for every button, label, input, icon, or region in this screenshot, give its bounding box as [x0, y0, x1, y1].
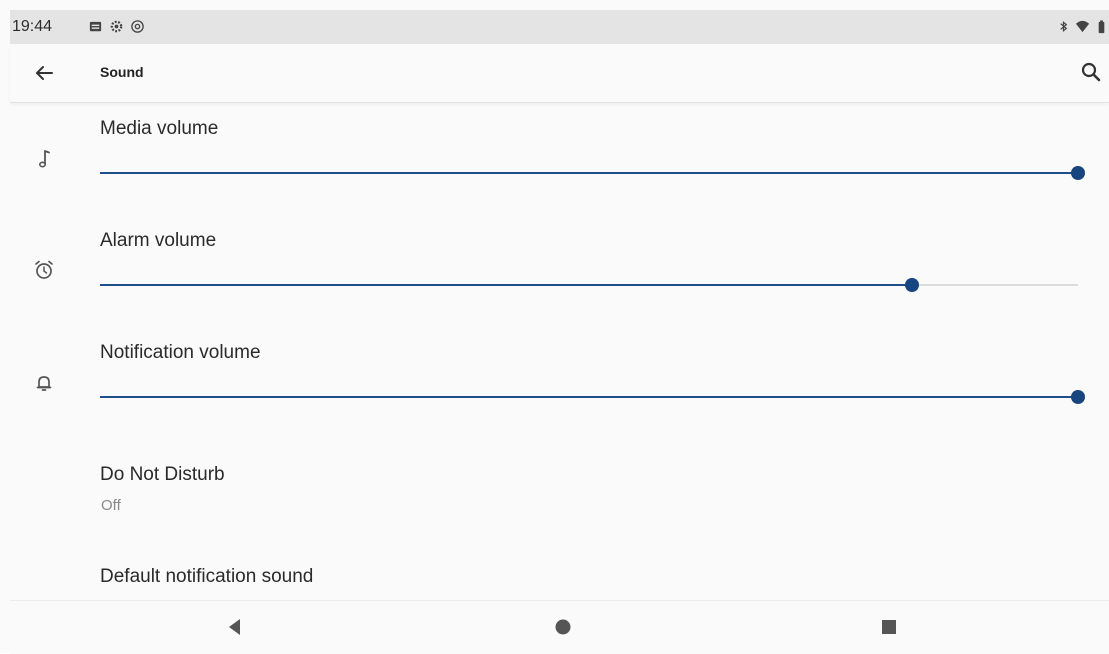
- nav-home-button[interactable]: [552, 616, 574, 638]
- back-button[interactable]: [30, 59, 58, 87]
- recents-square-icon: [882, 620, 896, 634]
- slider-fill: [100, 284, 912, 286]
- do-not-disturb-row[interactable]: Do Not Disturb Off: [10, 439, 1109, 539]
- search-icon: [1081, 62, 1101, 82]
- arrow-left-icon: [36, 66, 53, 80]
- alarm-clock-icon: [32, 258, 56, 282]
- image-icon: [88, 19, 103, 34]
- bluetooth-icon: [1056, 19, 1071, 34]
- back-triangle-icon: [229, 619, 240, 635]
- sound-settings-screen: 19:44 Sound Media volume Alarm volume No…: [0, 0, 1109, 654]
- default-notification-sound-row[interactable]: Default notification sound: [10, 539, 1109, 600]
- slider-thumb[interactable]: [1071, 166, 1085, 180]
- slider-thumb[interactable]: [904, 278, 919, 292]
- status-icons-right: [1056, 19, 1109, 34]
- status-bar: 19:44: [10, 10, 1109, 44]
- media-volume-slider[interactable]: [100, 165, 1085, 181]
- battery-icon: [1094, 19, 1109, 34]
- notification-volume-slider[interactable]: [100, 389, 1085, 405]
- default-notification-sound-label: Default notification sound: [100, 566, 314, 587]
- alarm-volume-label: Alarm volume: [100, 230, 217, 251]
- nav-recents-button[interactable]: [878, 616, 900, 638]
- do-not-disturb-value: Off: [101, 497, 121, 514]
- slider-fill: [100, 172, 1078, 174]
- slider-thumb[interactable]: [1071, 390, 1085, 404]
- gear-icon: [109, 19, 124, 34]
- status-time: 19:44: [12, 18, 53, 35]
- notification-volume-label: Notification volume: [100, 342, 261, 363]
- notification-volume-row: Notification volume: [10, 327, 1109, 439]
- bell-icon: [32, 371, 56, 395]
- page-title: Sound: [100, 64, 144, 80]
- alarm-volume-row: Alarm volume: [10, 215, 1109, 327]
- wifi-icon: [1075, 19, 1090, 34]
- search-button[interactable]: [1077, 58, 1105, 86]
- music-note-icon: [32, 147, 56, 171]
- at-sign-icon: [130, 19, 145, 34]
- do-not-disturb-label: Do Not Disturb: [100, 464, 225, 485]
- home-circle-icon: [555, 619, 571, 635]
- navigation-bar: [10, 600, 1109, 654]
- slider-fill: [100, 396, 1078, 398]
- nav-back-button[interactable]: [224, 616, 246, 638]
- settings-list: Media volume Alarm volume Notification v…: [10, 103, 1109, 600]
- media-volume-row: Media volume: [10, 103, 1109, 215]
- alarm-volume-slider[interactable]: [100, 277, 1078, 293]
- media-volume-label: Media volume: [100, 118, 219, 139]
- app-bar: Sound: [10, 44, 1109, 103]
- status-icons-left: [88, 19, 145, 34]
